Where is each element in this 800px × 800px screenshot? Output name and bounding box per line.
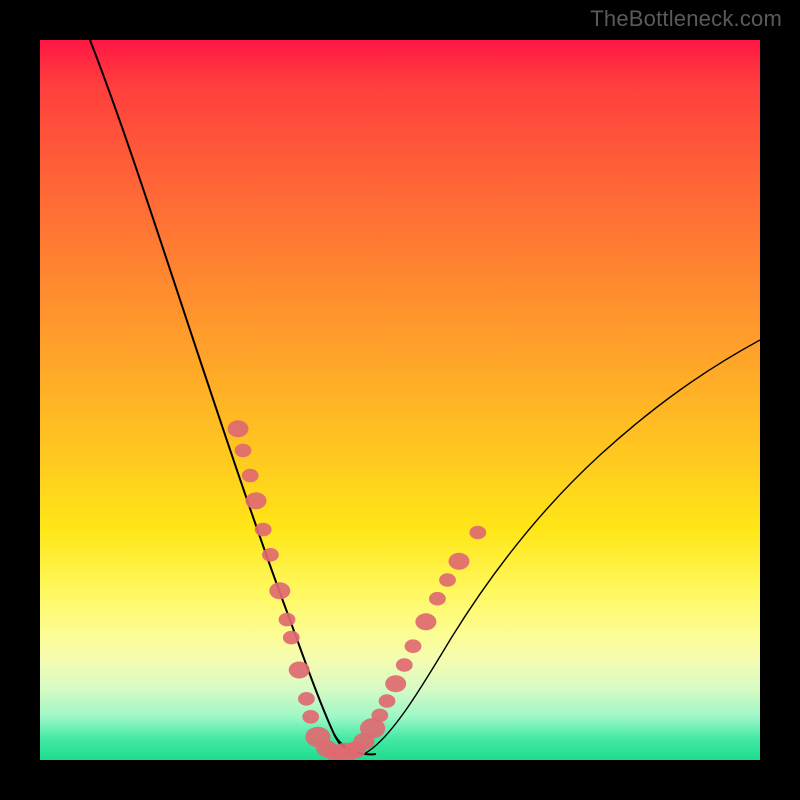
- highlight-dot: [469, 526, 486, 540]
- curve-right-arm: [364, 340, 760, 754]
- highlight-dot: [302, 710, 319, 724]
- highlight-dot: [449, 553, 470, 570]
- highlight-dot: [396, 658, 413, 672]
- highlight-dot: [262, 548, 279, 562]
- highlight-dot: [283, 631, 300, 645]
- highlight-dot: [246, 492, 267, 509]
- highlight-dot: [415, 613, 436, 630]
- highlight-dot: [371, 709, 388, 723]
- highlight-dot: [269, 582, 290, 599]
- curve-layer: [40, 40, 760, 760]
- highlight-dot: [228, 420, 249, 437]
- watermark-label: TheBottleneck.com: [590, 6, 782, 32]
- highlight-dot: [385, 675, 406, 692]
- chart-frame: TheBottleneck.com: [0, 0, 800, 800]
- highlight-dot: [289, 662, 310, 679]
- curve-left-arm: [90, 40, 354, 754]
- plot-area: [40, 40, 760, 760]
- highlight-dots: [228, 420, 487, 760]
- highlight-dot: [298, 692, 315, 706]
- highlight-dot: [235, 444, 252, 458]
- highlight-dot: [242, 469, 259, 483]
- highlight-dot: [255, 523, 272, 537]
- highlight-dot: [279, 613, 296, 627]
- highlight-dot: [429, 592, 446, 606]
- highlight-dot: [439, 573, 456, 587]
- highlight-dot: [405, 639, 422, 653]
- highlight-dot: [379, 694, 396, 708]
